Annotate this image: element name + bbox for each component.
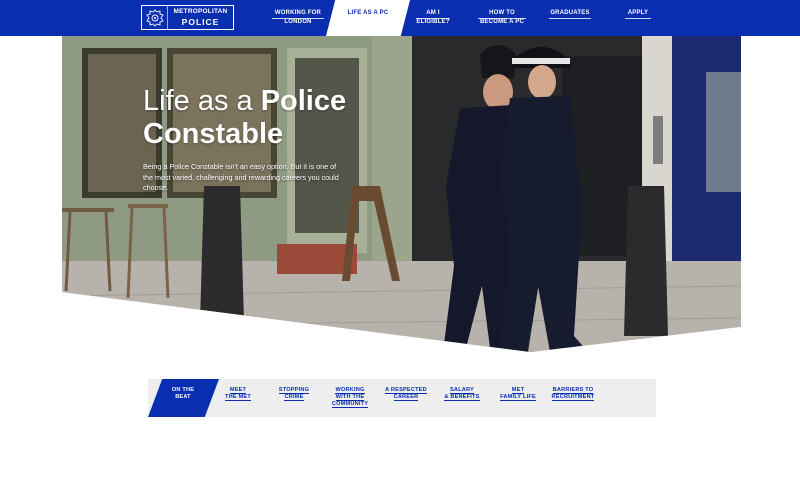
met-police-logo[interactable]: METROPOLITAN POLICE [141, 5, 234, 30]
tab-salary-benefits[interactable]: SALARY & BENEFITS [440, 387, 484, 402]
tab-on-the-beat-line1: ON THE [171, 387, 195, 393]
tab-meet-the-met-line1: MEET [229, 387, 247, 394]
nav-life-as-a-pc[interactable]: LIFE AS A PC [326, 10, 410, 16]
hero-photo-officers-on-street [62, 36, 741, 352]
tab-stopping-crime-line2: CRIME [284, 394, 304, 402]
tab-salary-line2: & BENEFITS [444, 394, 480, 402]
top-navigation-bar: METROPOLITAN POLICE WORKING FOR LONDON L… [0, 0, 800, 36]
hero-title-light: Life as a [143, 85, 261, 117]
tab-community-line3: COMMUNITY [331, 401, 369, 409]
hero-description: Being a Police Constable isn't an easy o… [143, 162, 339, 192]
nav-active-indicator [326, 0, 410, 36]
nav-graduates-label: GRADUATES [549, 10, 591, 19]
nav-am-i-eligible[interactable]: AM I ELIGIBLE? [416, 10, 450, 26]
tab-on-the-beat[interactable]: ON THE BEAT [162, 387, 204, 401]
tab-family-life-line1: MET [511, 387, 525, 394]
tab-met-family-life[interactable]: MET FAMILY LIFE [496, 387, 540, 402]
tab-stopping-crime-line1: STOPPING [278, 387, 310, 394]
tab-a-respected-career[interactable]: A RESPECTED CAREER [382, 387, 430, 402]
nav-graduates[interactable]: GRADUATES [549, 10, 591, 19]
tab-barriers-to-recruitment[interactable]: BARRIERS TO RECRUITMENT [550, 387, 596, 402]
hero-banner: Life as a Police Constable Being a Polic… [62, 36, 741, 352]
tab-family-life-line2: FAMILY LIFE [500, 394, 536, 402]
nav-am-i-eligible-line2: ELIGIBLE? [416, 18, 450, 25]
tab-stopping-crime[interactable]: STOPPING CRIME [272, 387, 316, 402]
tab-working-with-community[interactable]: WORKING WITH THE COMMUNITY [328, 387, 372, 409]
nav-how-to-become-line2: BECOME A PC [479, 18, 525, 25]
tab-meet-the-met[interactable]: MEET THE MET [218, 387, 258, 402]
tab-respected-career-line1: A RESPECTED [385, 387, 427, 394]
tab-barriers-line2: RECRUITMENT [551, 394, 595, 402]
nav-how-to-become-line1: HOW TO [478, 10, 526, 19]
logo-wordmark: METROPOLITAN POLICE [168, 8, 233, 27]
hero-title-bold-1: Police [260, 85, 347, 117]
nav-working-for-london-line1: WORKING FOR [272, 10, 324, 19]
logo-line-2: POLICE [181, 16, 220, 27]
tab-respected-career-line2: CAREER [393, 394, 419, 402]
tab-barriers-line1: BARRIERS TO [552, 387, 594, 394]
nav-working-for-london[interactable]: WORKING FOR LONDON [272, 10, 324, 26]
hero-title-bold-2: Constable [143, 118, 284, 150]
hero-title: Life as a Police Constable [143, 85, 403, 151]
nav-working-for-london-line2: LONDON [284, 18, 312, 25]
nav-apply-label: APPLY [625, 10, 651, 19]
nav-am-i-eligible-line1: AM I [416, 10, 450, 19]
tab-on-the-beat-line2: BEAT [175, 394, 191, 401]
nav-apply[interactable]: APPLY [625, 10, 651, 19]
tab-salary-line1: SALARY [450, 387, 474, 394]
logo-line-1: METROPOLITAN [173, 8, 228, 15]
nav-how-to-become-a-pc[interactable]: HOW TO BECOME A PC [478, 10, 526, 26]
crest-icon [142, 6, 168, 29]
tab-meet-the-met-line2: THE MET [225, 394, 251, 402]
tab-community-line1: WORKING [335, 387, 365, 394]
tab-community-line2: WITH THE [335, 394, 365, 402]
section-tabs: ON THE BEAT MEET THE MET STOPPING CRIME … [148, 379, 656, 417]
